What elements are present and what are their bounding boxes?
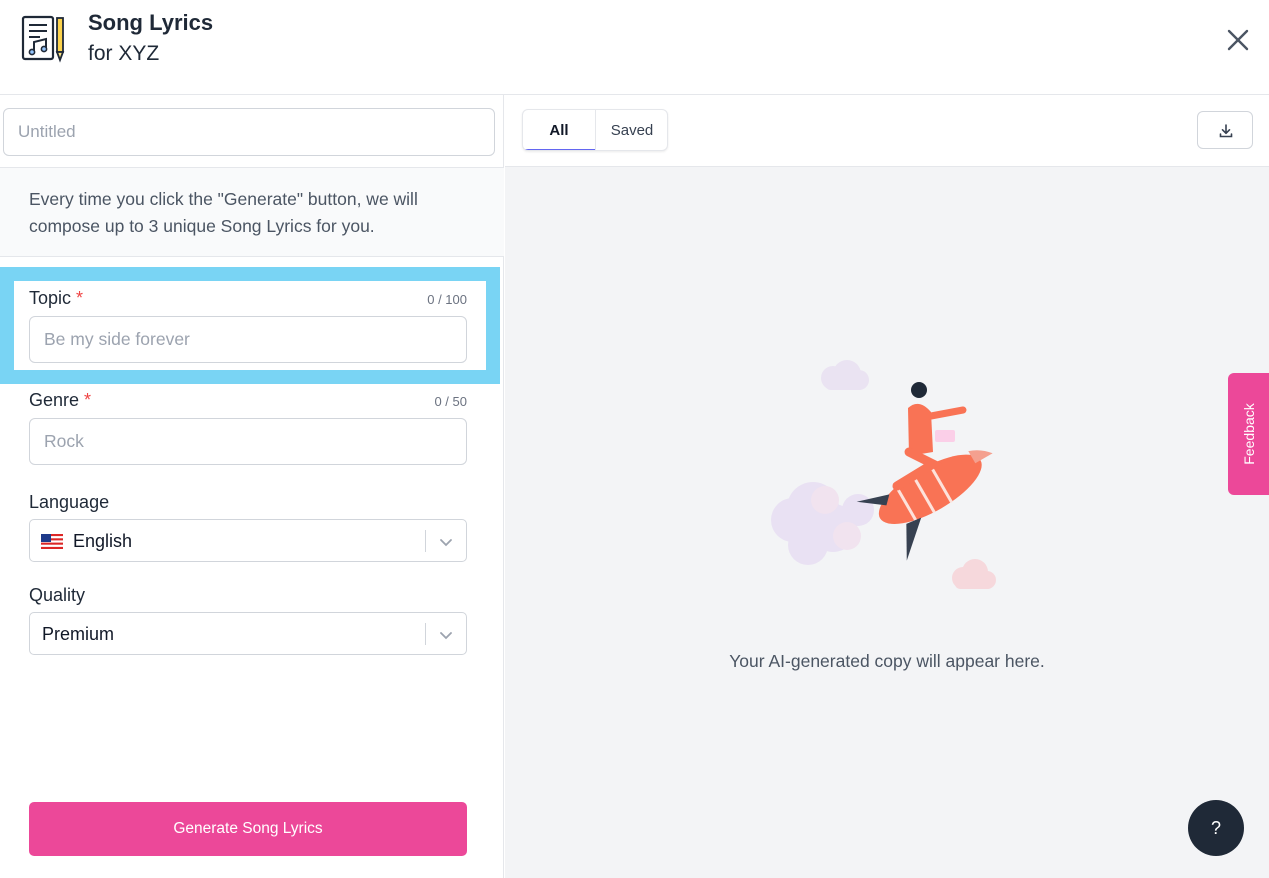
genre-input[interactable] bbox=[29, 418, 467, 465]
tab-saved[interactable]: Saved bbox=[595, 110, 667, 150]
us-flag-icon bbox=[41, 534, 63, 549]
output-tabs: All Saved bbox=[522, 109, 668, 151]
info-text: Every time you click the "Generate" butt… bbox=[0, 167, 504, 257]
required-mark: * bbox=[76, 288, 84, 308]
tab-all[interactable]: All bbox=[523, 110, 595, 150]
topic-input[interactable] bbox=[29, 316, 467, 363]
rocket-illustration bbox=[771, 360, 996, 589]
language-label: Language bbox=[29, 492, 110, 512]
topic-label: Topic * bbox=[29, 288, 84, 308]
language-value: English bbox=[73, 531, 133, 551]
form-panel: Every time you click the "Generate" butt… bbox=[0, 95, 504, 878]
header: Song Lyrics for XYZ bbox=[0, 0, 1269, 95]
generate-button[interactable]: Generate Song Lyrics bbox=[29, 802, 467, 856]
page-title: Song Lyrics bbox=[88, 10, 214, 35]
select-separator bbox=[425, 623, 426, 645]
song-sheet-icon bbox=[21, 15, 65, 63]
feedback-tab[interactable]: Feedback bbox=[1228, 373, 1269, 495]
document-name-input[interactable] bbox=[3, 108, 495, 156]
genre-counter: 0 / 50 bbox=[434, 394, 467, 409]
close-icon[interactable] bbox=[1222, 24, 1254, 56]
required-mark: * bbox=[84, 390, 92, 410]
output-panel: All Saved Your AI-generated copy will ap… bbox=[505, 95, 1269, 878]
help-button[interactable]: ? bbox=[1188, 800, 1244, 856]
quality-select[interactable]: Premium bbox=[29, 612, 467, 655]
chevron-down-icon[interactable] bbox=[437, 626, 455, 644]
language-select[interactable]: English bbox=[29, 519, 467, 562]
select-separator bbox=[425, 530, 426, 552]
topic-counter: 0 / 100 bbox=[427, 292, 467, 307]
output-area: Your AI-generated copy will appear here. bbox=[505, 167, 1269, 878]
chevron-down-icon[interactable] bbox=[437, 533, 455, 551]
download-icon bbox=[1219, 124, 1233, 138]
quality-label: Quality bbox=[29, 585, 86, 605]
output-toolbar: All Saved bbox=[505, 95, 1269, 167]
genre-label: Genre * bbox=[29, 390, 92, 410]
empty-state-message: Your AI-generated copy will appear here. bbox=[729, 651, 1045, 671]
page-subtitle: for XYZ bbox=[88, 42, 160, 65]
feedback-label: Feedback bbox=[1240, 403, 1257, 465]
quality-value: Premium bbox=[42, 624, 115, 644]
download-button[interactable] bbox=[1197, 111, 1253, 149]
